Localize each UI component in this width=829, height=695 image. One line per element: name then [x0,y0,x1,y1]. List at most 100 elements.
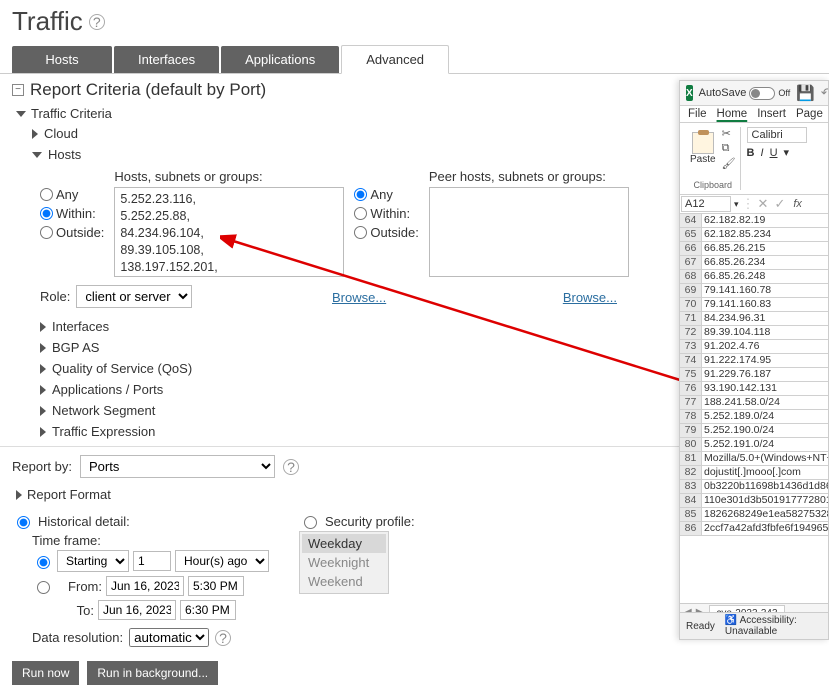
peer-outside-radio[interactable] [354,226,367,239]
cell-value[interactable]: 62.182.85.234 [702,228,828,241]
row-number[interactable]: 73 [680,340,702,353]
name-box[interactable]: A12 [681,196,731,212]
tree-bgp[interactable]: BGP AS [52,340,99,355]
table-row[interactable]: 7693.190.142.131 [680,382,828,396]
caret-right-icon[interactable] [40,385,46,395]
row-number[interactable]: 83 [680,480,702,493]
tree-netseg[interactable]: Network Segment [52,403,155,418]
caret-right-icon[interactable] [32,129,38,139]
enter-formula-icon[interactable]: ✓ [771,196,788,212]
help-icon[interactable]: ? [89,14,105,30]
caret-right-icon[interactable] [40,427,46,437]
tree-interfaces[interactable]: Interfaces [52,319,109,334]
cell-value[interactable]: 5.252.190.0/24 [702,424,828,437]
help-icon[interactable]: ? [215,630,231,646]
cell-value[interactable]: 1826268249e1ea58275328102 [702,508,828,521]
hosts-any-radio[interactable] [40,188,53,201]
row-number[interactable]: 66 [680,242,702,255]
menu-page[interactable]: Page [796,108,823,120]
hosts-browse-link[interactable]: Browse... [332,290,396,305]
role-select[interactable]: client or server [76,285,192,308]
row-number[interactable]: 80 [680,438,702,451]
help-icon[interactable]: ? [283,459,299,475]
hosts-textarea[interactable]: 5.252.23.116, 5.252.25.88, 84.234.96.104… [114,187,344,277]
caret-right-icon[interactable] [16,490,22,500]
caret-right-icon[interactable] [40,406,46,416]
cell-value[interactable]: 79.141.160.83 [702,298,828,311]
cell-value[interactable]: 93.190.142.131 [702,382,828,395]
tf-starting-radio[interactable] [37,556,50,569]
row-number[interactable]: 74 [680,354,702,367]
cell-value[interactable]: 66.85.26.215 [702,242,828,255]
table-row[interactable]: 7289.39.104.118 [680,326,828,340]
tf-from-date[interactable] [106,576,184,596]
autosave-toggle[interactable] [749,87,775,100]
caret-down-icon[interactable] [32,152,42,158]
cut-icon[interactable]: ✂ [722,127,736,140]
peer-browse-link[interactable]: Browse... [563,290,627,305]
caret-right-icon[interactable] [40,343,46,353]
row-number[interactable]: 71 [680,312,702,325]
tree-apps[interactable]: Applications / Ports [52,382,163,397]
security-radio[interactable] [304,516,317,529]
fx-icon[interactable]: fx [788,198,807,210]
row-number[interactable]: 65 [680,228,702,241]
tf-starting-select[interactable]: Starting [57,550,129,572]
row-number[interactable]: 70 [680,298,702,311]
menu-home[interactable]: Home [717,108,748,120]
tab-hosts[interactable]: Hosts [12,46,112,73]
font-select[interactable]: Calibri [747,127,807,143]
run-background-button[interactable]: Run in background... [87,661,218,685]
run-now-button[interactable]: Run now [12,661,79,685]
cell-value[interactable]: 91.222.174.95 [702,354,828,367]
row-number[interactable]: 84 [680,494,702,507]
sec-weeknight[interactable]: Weeknight [302,553,386,572]
caret-right-icon[interactable] [40,364,46,374]
table-row[interactable]: 805.252.191.0/24 [680,438,828,452]
tf-unit-select[interactable]: Hour(s) ago [175,550,269,572]
cell-value[interactable]: 66.85.26.234 [702,256,828,269]
tab-interfaces[interactable]: Interfaces [114,46,219,73]
cancel-formula-icon[interactable]: ✕ [755,196,772,212]
cell-value[interactable]: 62.182.82.19 [702,214,828,227]
font-more-icon[interactable]: ▾ [784,146,790,159]
sec-weekday[interactable]: Weekday [302,534,386,553]
cell-value[interactable]: 110e301d3b50191777280102 [702,494,828,507]
historical-radio[interactable] [17,516,30,529]
cell-value[interactable]: 2ccf7a42afd3fbfe6f194965c74b [702,522,828,535]
row-number[interactable]: 85 [680,508,702,521]
cell-value[interactable]: 91.229.76.187 [702,368,828,381]
data-res-select[interactable]: automatic [129,628,209,647]
cell-value[interactable]: dojustit[.]mooo[.]com [702,466,828,479]
italic-button[interactable]: I [761,147,764,159]
table-row[interactable]: 6666.85.26.215 [680,242,828,256]
cell-value[interactable]: 79.141.160.78 [702,284,828,297]
tree-hosts[interactable]: Hosts [48,147,81,162]
cell-value[interactable]: 66.85.26.248 [702,270,828,283]
caret-right-icon[interactable] [40,322,46,332]
table-row[interactable]: 6979.141.160.78 [680,284,828,298]
undo-icon[interactable]: ↶ [821,85,829,101]
tree-qos[interactable]: Quality of Service (QoS) [52,361,192,376]
menu-insert[interactable]: Insert [757,108,786,120]
peer-within-radio[interactable] [354,207,367,220]
table-row[interactable]: 830b3220b11698b1436d1d866ac [680,480,828,494]
tab-advanced[interactable]: Advanced [341,45,449,74]
table-row[interactable]: 862ccf7a42afd3fbfe6f194965c74b [680,522,828,536]
table-row[interactable]: 6766.85.26.234 [680,256,828,270]
table-row[interactable]: 84110e301d3b50191777280102 [680,494,828,508]
table-row[interactable]: 77188.241.58.0/24 [680,396,828,410]
tf-from-radio[interactable] [37,581,50,594]
caret-down-icon[interactable] [16,111,26,117]
tf-num-input[interactable] [133,551,171,571]
row-number[interactable]: 78 [680,410,702,423]
table-row[interactable]: 6562.182.85.234 [680,228,828,242]
table-row[interactable]: 795.252.190.0/24 [680,424,828,438]
table-row[interactable]: 6462.182.82.19 [680,214,828,228]
report-by-select[interactable]: Ports [80,455,275,478]
tree-cloud[interactable]: Cloud [44,126,78,141]
row-number[interactable]: 68 [680,270,702,283]
copy-icon[interactable]: ⧉ [722,142,736,155]
tf-to-time[interactable] [180,600,236,620]
table-row[interactable]: 785.252.189.0/24 [680,410,828,424]
